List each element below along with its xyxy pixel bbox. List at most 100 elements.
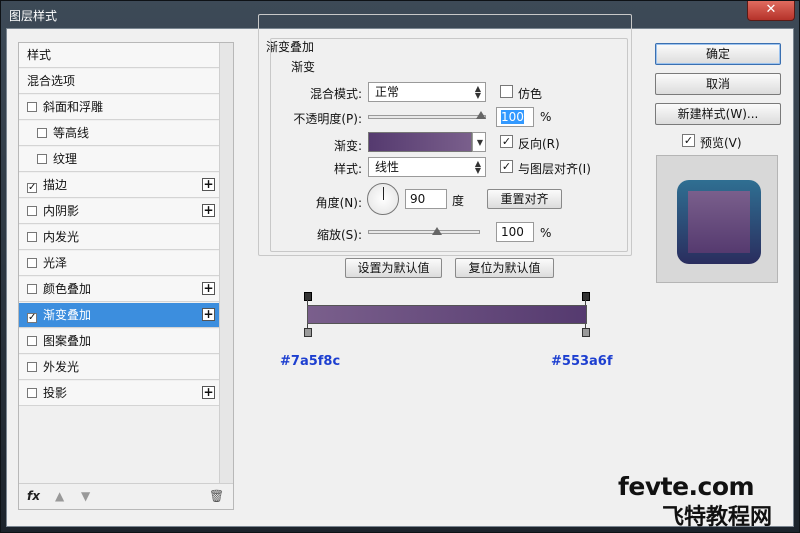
angle-dial[interactable] [367, 183, 399, 215]
style-list-item-label: 内发光 [43, 230, 80, 244]
style-label: 样式: [333, 162, 362, 176]
preview-label: 预览(V) [700, 136, 742, 150]
reverse-checkbox[interactable]: ✓ [500, 135, 513, 148]
blend-mode-select[interactable]: 正常 ▲ ▼ [368, 82, 486, 102]
style-list-checkbox[interactable] [37, 128, 47, 138]
preview-icon-frame [677, 180, 761, 264]
style-list-item[interactable]: 光泽 [19, 251, 221, 276]
style-list-checkbox[interactable] [27, 284, 37, 294]
gradient-bar[interactable] [307, 305, 587, 324]
style-list-item-label: 渐变叠加 [43, 308, 92, 322]
style-list-checkbox[interactable] [27, 388, 37, 398]
opacity-slider-thumb[interactable] [476, 111, 486, 119]
opacity-stop-right[interactable] [582, 292, 590, 301]
angle-input[interactable]: 90 [405, 189, 447, 209]
opacity-slider[interactable] [368, 115, 486, 119]
style-list-item[interactable]: 纹理 [19, 147, 221, 172]
opacity-stop-left[interactable] [304, 292, 312, 301]
style-list-item-label: 光泽 [43, 256, 68, 270]
style-list-checkbox[interactable] [27, 258, 37, 268]
style-list-item-label: 内阴影 [43, 204, 80, 218]
ok-button[interactable]: 确定 [655, 43, 781, 65]
style-value: 线性 [375, 160, 400, 174]
style-list-item-label: 样式 [27, 48, 52, 62]
add-effect-icon[interactable]: + [202, 178, 215, 191]
style-list-checkbox[interactable] [27, 362, 37, 372]
opacity-label: 不透明度(P): [293, 112, 362, 126]
add-effect-icon[interactable]: + [202, 308, 215, 321]
style-list-checkbox[interactable] [37, 154, 47, 164]
scale-label: 缩放(S): [316, 228, 362, 242]
make-default-button[interactable]: 设置为默认值 [345, 258, 442, 278]
gradient-swatch[interactable] [368, 132, 472, 152]
style-list-item-label: 外发光 [43, 360, 80, 374]
cancel-button[interactable]: 取消 [655, 73, 781, 95]
move-up-icon[interactable]: ▲ [55, 489, 64, 503]
select-arrows-icon: ▲ ▼ [474, 84, 481, 100]
style-list-item[interactable]: 样式 [19, 43, 221, 68]
style-select[interactable]: 线性 ▲ ▼ [368, 157, 486, 177]
reset-default-button[interactable]: 复位为默认值 [455, 258, 554, 278]
color-stop-right[interactable] [582, 328, 590, 337]
dither-checkbox[interactable] [500, 85, 513, 98]
move-down-icon[interactable]: ▼ [81, 489, 90, 503]
fx-icon[interactable]: fx [27, 489, 40, 503]
style-list-item[interactable]: 投影 + [19, 381, 221, 406]
style-list-item[interactable]: 等高线 [19, 121, 221, 146]
style-list-checkbox[interactable] [27, 336, 37, 346]
style-list-item-label: 颜色叠加 [43, 282, 92, 296]
gradient-dropdown[interactable]: ▼ [472, 132, 486, 152]
window-title: 图层样式 [9, 9, 58, 23]
style-list-item[interactable]: ✓ 描边 + [19, 173, 221, 198]
scale-unit: % [540, 226, 552, 240]
reset-alignment-button[interactable]: 重置对齐 [487, 189, 562, 209]
style-list-item[interactable]: ✓ 渐变叠加 + [19, 303, 221, 328]
style-list-item[interactable]: 混合选项 [19, 69, 221, 94]
add-effect-icon[interactable]: + [202, 386, 215, 399]
trash-icon[interactable]: 🗑 [209, 489, 224, 503]
align-with-layer-checkbox[interactable]: ✓ [500, 160, 513, 173]
align-with-layer-label: 与图层对齐(I) [518, 162, 591, 176]
left-color-hex: #7a5f8c [280, 354, 341, 369]
style-list-checkbox[interactable]: ✓ [27, 313, 37, 323]
site-watermark: fevte.com 飞特教程网 [612, 472, 792, 530]
angle-needle [383, 187, 384, 200]
color-stop-left[interactable] [304, 328, 312, 337]
blend-mode-value: 正常 [375, 85, 400, 99]
new-style-button[interactable]: 新建样式(W)... [655, 103, 781, 125]
style-list-checkbox[interactable]: ✓ [27, 183, 37, 193]
opacity-unit: % [540, 110, 552, 124]
close-button[interactable]: ✕ [747, 1, 795, 21]
add-effect-icon[interactable]: + [202, 282, 215, 295]
scale-slider-thumb[interactable] [432, 227, 442, 235]
preview-icon-fill [688, 191, 750, 253]
gradient-label: 渐变: [333, 139, 362, 153]
style-list-item[interactable]: 斜面和浮雕 [19, 95, 221, 120]
style-list-item[interactable]: 外发光 [19, 355, 221, 380]
style-list-item[interactable]: 图案叠加 [19, 329, 221, 354]
add-effect-icon[interactable]: + [202, 204, 215, 217]
angle-unit: 度 [452, 194, 465, 208]
style-list-footer: fx ▲ ▼ 🗑 [19, 483, 233, 509]
blend-mode-label: 混合模式: [309, 87, 362, 101]
style-list-item-label: 图案叠加 [43, 334, 92, 348]
style-list: 样式混合选项斜面和浮雕等高线 纹理 ✓ 描边 + 内阴影 + 内发光光泽颜色叠加 + ✓ 渐变叠加 +… [18, 42, 234, 510]
style-list-item[interactable]: 颜色叠加 + [19, 277, 221, 302]
scale-slider[interactable] [368, 230, 480, 234]
style-list-item-label: 斜面和浮雕 [43, 100, 104, 114]
style-list-item[interactable]: 内阴影 + [19, 199, 221, 224]
angle-value: 90 [410, 192, 426, 206]
style-list-checkbox[interactable] [27, 206, 37, 216]
scale-value: 100 [501, 225, 524, 239]
style-list-checkbox[interactable] [27, 232, 37, 242]
gradient-subgroup-title: 渐变 [288, 58, 319, 75]
reverse-label: 反向(R) [518, 137, 560, 151]
scale-input[interactable]: 100 [496, 222, 534, 242]
style-list-checkbox[interactable] [27, 102, 37, 112]
opacity-input[interactable]: 100 [496, 107, 534, 127]
style-list-item-label: 描边 [43, 178, 68, 192]
style-list-item[interactable]: 内发光 [19, 225, 221, 250]
preview-thumbnail [656, 155, 778, 283]
style-list-scrollbar[interactable] [219, 43, 233, 483]
preview-checkbox[interactable]: ✓ [682, 134, 695, 147]
